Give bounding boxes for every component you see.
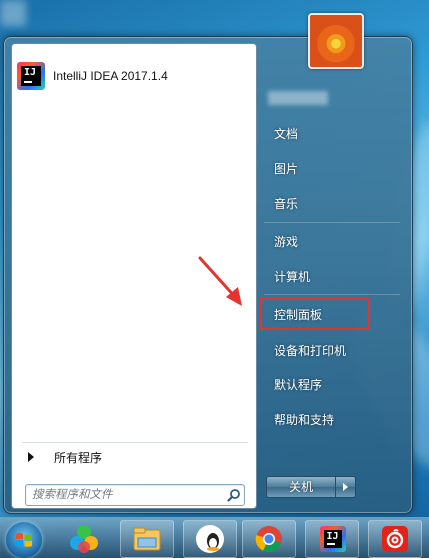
right-item-games[interactable]: 游戏 [262,226,402,256]
right-item-default-programs[interactable]: 默认程序 [262,369,402,399]
windows-start-orb[interactable] [6,522,42,558]
taskbar-app-colorful[interactable] [57,520,111,558]
search-input[interactable] [32,486,224,504]
divider [264,294,400,295]
right-item-documents[interactable]: 文档 [262,118,402,148]
netease-music-icon [382,526,408,552]
taskbar-qq[interactable] [183,520,237,558]
all-programs-label: 所有程序 [54,450,103,465]
divider [22,442,248,443]
user-avatar[interactable] [308,13,364,69]
qq-penguin-icon [196,525,224,553]
all-programs-button[interactable]: 所有程序 [18,446,252,468]
right-item-label: 游戏 [274,234,299,249]
right-item-help-support[interactable]: 帮助和支持 [262,404,402,434]
right-item-label: 设备和打印机 [274,343,347,358]
right-item-label: 计算机 [274,269,311,284]
search-icon[interactable] [224,486,244,504]
taskbar: IJ [0,517,429,558]
blurred-desktop-icon [0,0,26,26]
intellij-idea-icon: IJ [17,62,45,90]
right-item-computer[interactable]: 计算机 [262,261,402,291]
triangle-right-icon [343,483,348,491]
pinned-item-label: IntelliJ IDEA 2017.1.4 [53,69,168,83]
right-item-pictures[interactable]: 图片 [262,153,402,183]
colorful-app-icon [70,525,98,553]
intellij-idea-icon: IJ [319,526,346,552]
taskbar-intellij-idea[interactable]: IJ [305,520,359,558]
divider [264,222,400,223]
shutdown-button-group: 关机 [266,476,356,498]
right-item-devices-printers[interactable]: 设备和打印机 [262,335,402,365]
pinned-intellij-idea[interactable]: IJ IntelliJ IDEA 2017.1.4 [16,58,252,94]
file-explorer-icon [133,527,161,551]
annotation-highlight-box [260,298,370,330]
annotation-arrow-icon [198,256,242,306]
right-item-label: 默认程序 [274,377,323,392]
shutdown-options-button[interactable] [335,477,355,497]
taskbar-file-explorer[interactable] [120,520,174,558]
right-item-music[interactable]: 音乐 [262,188,402,218]
shutdown-button[interactable]: 关机 [267,477,335,497]
chrome-icon [255,526,282,553]
right-item-label: 帮助和支持 [274,412,335,427]
right-item-label: 文档 [274,126,299,141]
taskbar-chrome[interactable] [242,520,296,558]
triangle-right-icon [28,452,34,462]
user-name-blurred[interactable] [268,91,328,105]
right-item-label: 图片 [274,161,299,176]
windows-logo-icon [16,533,32,547]
icon-text: IJ [21,66,41,86]
icon-text: IJ [323,530,342,548]
search-box[interactable] [25,484,245,506]
taskbar-netease-music[interactable] [368,520,422,558]
right-item-label: 音乐 [274,196,299,211]
